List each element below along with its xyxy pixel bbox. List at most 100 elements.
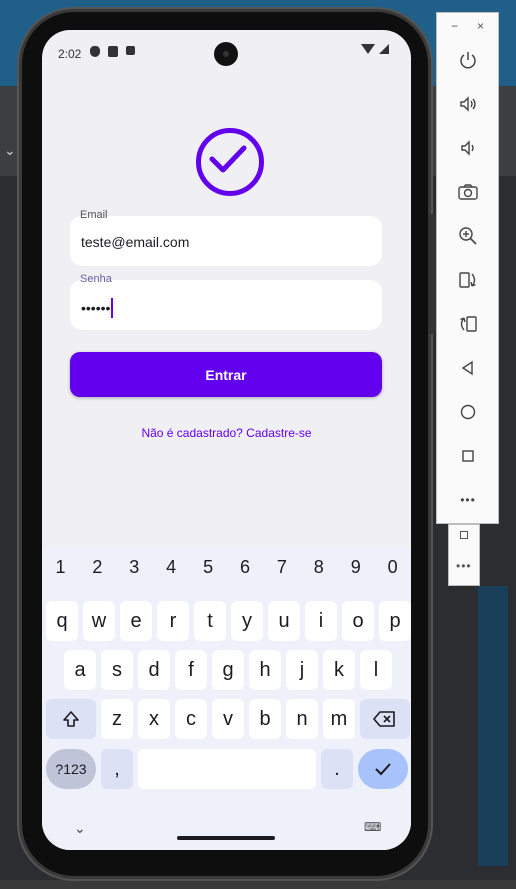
key-o[interactable]: o xyxy=(342,601,374,641)
enter-key[interactable] xyxy=(358,749,408,789)
rotate-right-button[interactable] xyxy=(455,311,481,337)
home-icon xyxy=(460,404,476,420)
key-s[interactable]: s xyxy=(101,650,133,690)
key-1[interactable]: 1 xyxy=(42,557,79,578)
text-cursor xyxy=(111,298,113,318)
key-p[interactable]: p xyxy=(379,601,411,641)
key-u[interactable]: u xyxy=(268,601,300,641)
volume-up-icon xyxy=(460,96,476,112)
shield-icon xyxy=(90,46,100,57)
key-a[interactable]: a xyxy=(64,650,96,690)
key-l[interactable]: l xyxy=(360,650,392,690)
shift-key[interactable] xyxy=(46,699,96,739)
backspace-icon xyxy=(373,711,395,727)
key-7[interactable]: 7 xyxy=(263,557,300,578)
key-0[interactable]: 0 xyxy=(374,557,411,578)
front-camera xyxy=(214,42,238,66)
key-b[interactable]: b xyxy=(249,699,281,739)
signal-icon xyxy=(379,44,389,54)
key-h[interactable]: h xyxy=(249,650,281,690)
key-9[interactable]: 9 xyxy=(337,557,374,578)
toolbar-window-controls: − × xyxy=(437,19,500,33)
power-button[interactable] xyxy=(455,47,481,73)
power-icon xyxy=(460,52,476,69)
key-j[interactable]: j xyxy=(286,650,318,690)
space-key[interactable] xyxy=(138,749,316,789)
more-icon[interactable]: ••• xyxy=(456,559,472,573)
email-value[interactable]: teste@email.com xyxy=(81,234,189,250)
soft-keyboard: 1 2 3 4 5 6 7 8 9 0 q w e r t y u i o p … xyxy=(42,548,411,850)
email-label: Email xyxy=(80,209,108,221)
key-q[interactable]: q xyxy=(46,601,78,641)
key-i[interactable]: i xyxy=(305,601,337,641)
phone-side-button xyxy=(428,214,436,334)
more-button[interactable]: ••• xyxy=(455,487,481,513)
rotate-left-icon xyxy=(459,272,476,288)
zoom-button[interactable] xyxy=(455,223,481,249)
a-icon xyxy=(126,46,135,55)
volume-up-button[interactable] xyxy=(455,91,481,117)
keyboard-switch-icon[interactable]: ⌨ xyxy=(364,820,381,834)
hide-keyboard-icon[interactable]: ⌄ xyxy=(74,820,86,837)
status-bar: 2:02 xyxy=(42,30,411,76)
key-4[interactable]: 4 xyxy=(153,557,190,578)
check-icon xyxy=(209,145,247,173)
key-w[interactable]: w xyxy=(83,601,115,641)
dot-key[interactable]: . xyxy=(321,749,353,789)
overview-icon xyxy=(462,450,474,462)
key-m[interactable]: m xyxy=(323,699,355,739)
overview-icon[interactable] xyxy=(460,531,468,539)
volume-down-button[interactable] xyxy=(455,135,481,161)
keyboard-row-3: z x c v b n m xyxy=(46,699,410,739)
keyboard-row-1: q w e r t y u i o p xyxy=(46,601,411,641)
login-button[interactable]: Entrar xyxy=(70,352,382,397)
key-x[interactable]: x xyxy=(138,699,170,739)
emulator-toolbar: − × ••• xyxy=(436,12,499,524)
symbols-key[interactable]: ?123 xyxy=(46,749,96,789)
rotate-left-button[interactable] xyxy=(455,267,481,293)
key-5[interactable]: 5 xyxy=(190,557,227,578)
zoom-in-icon xyxy=(459,227,477,245)
wifi-icon xyxy=(361,44,375,54)
key-6[interactable]: 6 xyxy=(227,557,264,578)
password-field[interactable]: Senha •••••• xyxy=(70,273,382,330)
key-2[interactable]: 2 xyxy=(79,557,116,578)
keyboard-number-row: 1 2 3 4 5 6 7 8 9 0 xyxy=(42,557,411,578)
home-gesture-pill[interactable] xyxy=(177,836,275,840)
overview-button[interactable] xyxy=(455,443,481,469)
keyboard-row-4: ?123 , . xyxy=(46,749,408,789)
volume-down-icon xyxy=(461,140,474,156)
sd-card-icon xyxy=(108,46,118,57)
key-k[interactable]: k xyxy=(323,650,355,690)
email-field[interactable]: Email teste@email.com xyxy=(70,209,382,266)
check-icon xyxy=(375,763,391,776)
key-t[interactable]: t xyxy=(194,601,226,641)
keyboard-row-2: a s d f g h j k l xyxy=(64,650,392,690)
back-button[interactable] xyxy=(455,355,481,381)
password-value-wrap[interactable]: •••••• xyxy=(81,298,113,318)
key-d[interactable]: d xyxy=(138,650,170,690)
key-g[interactable]: g xyxy=(212,650,244,690)
key-c[interactable]: c xyxy=(175,699,207,739)
key-z[interactable]: z xyxy=(101,699,133,739)
key-e[interactable]: e xyxy=(120,601,152,641)
key-v[interactable]: v xyxy=(212,699,244,739)
close-button[interactable]: × xyxy=(477,19,484,33)
key-y[interactable]: y xyxy=(231,601,263,641)
key-r[interactable]: r xyxy=(157,601,189,641)
key-f[interactable]: f xyxy=(175,650,207,690)
key-n[interactable]: n xyxy=(286,699,318,739)
home-button[interactable] xyxy=(455,399,481,425)
rotate-right-icon xyxy=(460,316,477,332)
backspace-key[interactable] xyxy=(360,699,410,739)
camera-icon xyxy=(458,184,478,200)
minimize-button[interactable]: − xyxy=(451,19,458,33)
screenshot-button[interactable] xyxy=(455,179,481,205)
comma-key[interactable]: , xyxy=(101,749,133,789)
key-3[interactable]: 3 xyxy=(116,557,153,578)
signup-link[interactable]: Não é cadastrado? Cadastre-se xyxy=(42,426,411,440)
key-8[interactable]: 8 xyxy=(300,557,337,578)
phone-screen: 2:02 Email teste@email.com Senha •••••• … xyxy=(42,30,411,850)
password-label: Senha xyxy=(80,273,112,285)
check-circle-icon xyxy=(196,128,264,196)
